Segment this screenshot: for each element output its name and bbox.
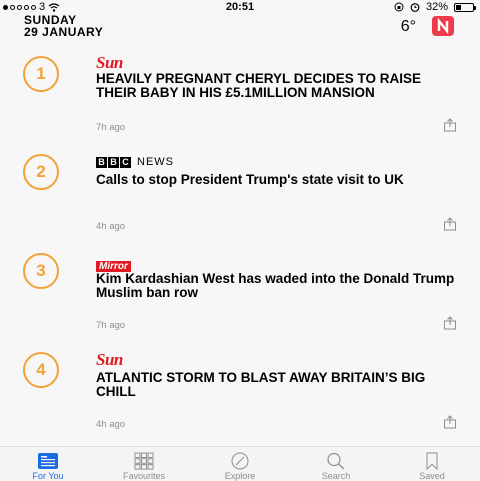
- article-card[interactable]: 3 Mirror Kim Kardashian West has waded i…: [0, 244, 480, 343]
- tab-for-you[interactable]: For You: [0, 447, 96, 481]
- article-rank: 1: [23, 56, 59, 92]
- battery-percent: 32%: [425, 1, 448, 13]
- tab-search[interactable]: Search: [288, 447, 384, 481]
- article-rank: 4: [23, 352, 59, 388]
- status-bar: 3 20:51 32%: [0, 0, 480, 14]
- compass-icon: [231, 452, 249, 470]
- article-rank: 2: [23, 154, 59, 190]
- tab-favourites[interactable]: Favourites: [96, 447, 192, 481]
- article-card[interactable]: 1 Sun HEAVILY PREGNANT CHERYL DECIDES TO…: [0, 46, 480, 145]
- publisher-logo-mirror: Mirror: [96, 256, 131, 272]
- news-app-icon[interactable]: [432, 16, 454, 36]
- tab-explore[interactable]: Explore: [192, 447, 288, 481]
- article-headline[interactable]: Calls to stop President Trump's state vi…: [96, 173, 456, 187]
- share-icon[interactable]: [443, 217, 457, 231]
- share-icon[interactable]: [443, 415, 457, 429]
- search-icon: [327, 452, 345, 470]
- tab-saved[interactable]: Saved: [384, 447, 480, 481]
- article-rank: 3: [23, 253, 59, 289]
- publisher-logo-bbc: B B C NEWS: [96, 155, 174, 169]
- article-time: 4h ago: [96, 419, 126, 430]
- article-time: 7h ago: [96, 122, 126, 133]
- article-card[interactable]: 2 B B C NEWS Calls to stop President Tru…: [0, 145, 480, 244]
- article-time: 4h ago: [96, 221, 126, 232]
- article-headline[interactable]: HEAVILY PREGNANT CHERYL DECIDES TO RAISE…: [96, 72, 456, 99]
- weather-temperature[interactable]: 6°: [401, 18, 416, 36]
- today-header: SUNDAY 29 JANUARY 6°: [24, 14, 454, 39]
- for-you-icon: [38, 453, 58, 469]
- favourites-grid-icon: [134, 452, 154, 470]
- battery-level: [456, 4, 461, 10]
- tab-bar: For You Favourites Explore Search Saved: [0, 446, 480, 481]
- article-headline[interactable]: Kim Kardashian West has waded into the D…: [96, 272, 456, 299]
- article-card[interactable]: 4 Sun ATLANTIC STORM TO BLAST AWAY BRITA…: [0, 343, 480, 442]
- publisher-logo-sun: Sun: [96, 350, 123, 369]
- bookmark-icon: [426, 452, 438, 470]
- article-headline[interactable]: ATLANTIC STORM TO BLAST AWAY BRITAIN’S B…: [96, 371, 456, 398]
- share-icon[interactable]: [443, 316, 457, 330]
- battery-icon: [454, 2, 476, 12]
- share-icon[interactable]: [443, 118, 457, 132]
- article-time: 7h ago: [96, 320, 126, 331]
- status-right: 32%: [394, 1, 476, 13]
- orientation-lock-icon: [394, 2, 404, 12]
- publisher-logo-sun: Sun: [96, 53, 123, 72]
- alarm-icon: [410, 3, 420, 12]
- header-date: 29 JANUARY: [24, 25, 104, 39]
